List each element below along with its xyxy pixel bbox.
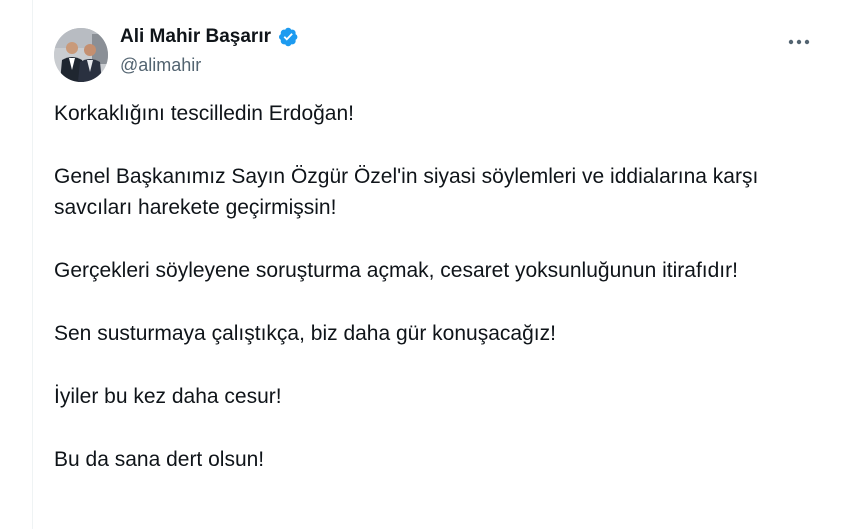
author-avatar[interactable] bbox=[54, 28, 108, 82]
tweet-paragraph: Genel Başkanımız Sayın Özgür Özel'in siy… bbox=[54, 165, 759, 219]
author-name-row: Ali Mahir Başarır bbox=[120, 24, 299, 50]
tweet-header: Ali Mahir Başarır @alimahir bbox=[54, 24, 827, 82]
tweet-paragraph: Korkaklığını tescilledin Erdoğan! bbox=[54, 102, 354, 125]
tweet-paragraph: Sen susturmaya çalıştıkça, biz daha gür … bbox=[54, 322, 556, 345]
author-info: Ali Mahir Başarır @alimahir bbox=[120, 24, 299, 77]
more-options-button[interactable] bbox=[781, 30, 817, 54]
tweet-paragraph: Gerçekleri söyleyene soruşturma açmak, c… bbox=[54, 259, 738, 282]
tweet-paragraph: İyiler bu kez daha cesur! bbox=[54, 385, 282, 408]
tweet-paragraph: Bu da sana dert olsun! bbox=[54, 448, 265, 471]
avatar-photo bbox=[54, 28, 108, 82]
author-handle[interactable]: @alimahir bbox=[120, 53, 299, 77]
verified-badge-icon[interactable] bbox=[277, 26, 299, 48]
more-horizontal-icon bbox=[788, 39, 810, 45]
author-display-name[interactable]: Ali Mahir Başarır bbox=[120, 24, 271, 50]
tweet-text: Korkaklığını tescilledin Erdoğan! Genel … bbox=[54, 98, 814, 507]
tweet-page: Ali Mahir Başarır @alimahir Korkaklığını… bbox=[0, 0, 847, 529]
